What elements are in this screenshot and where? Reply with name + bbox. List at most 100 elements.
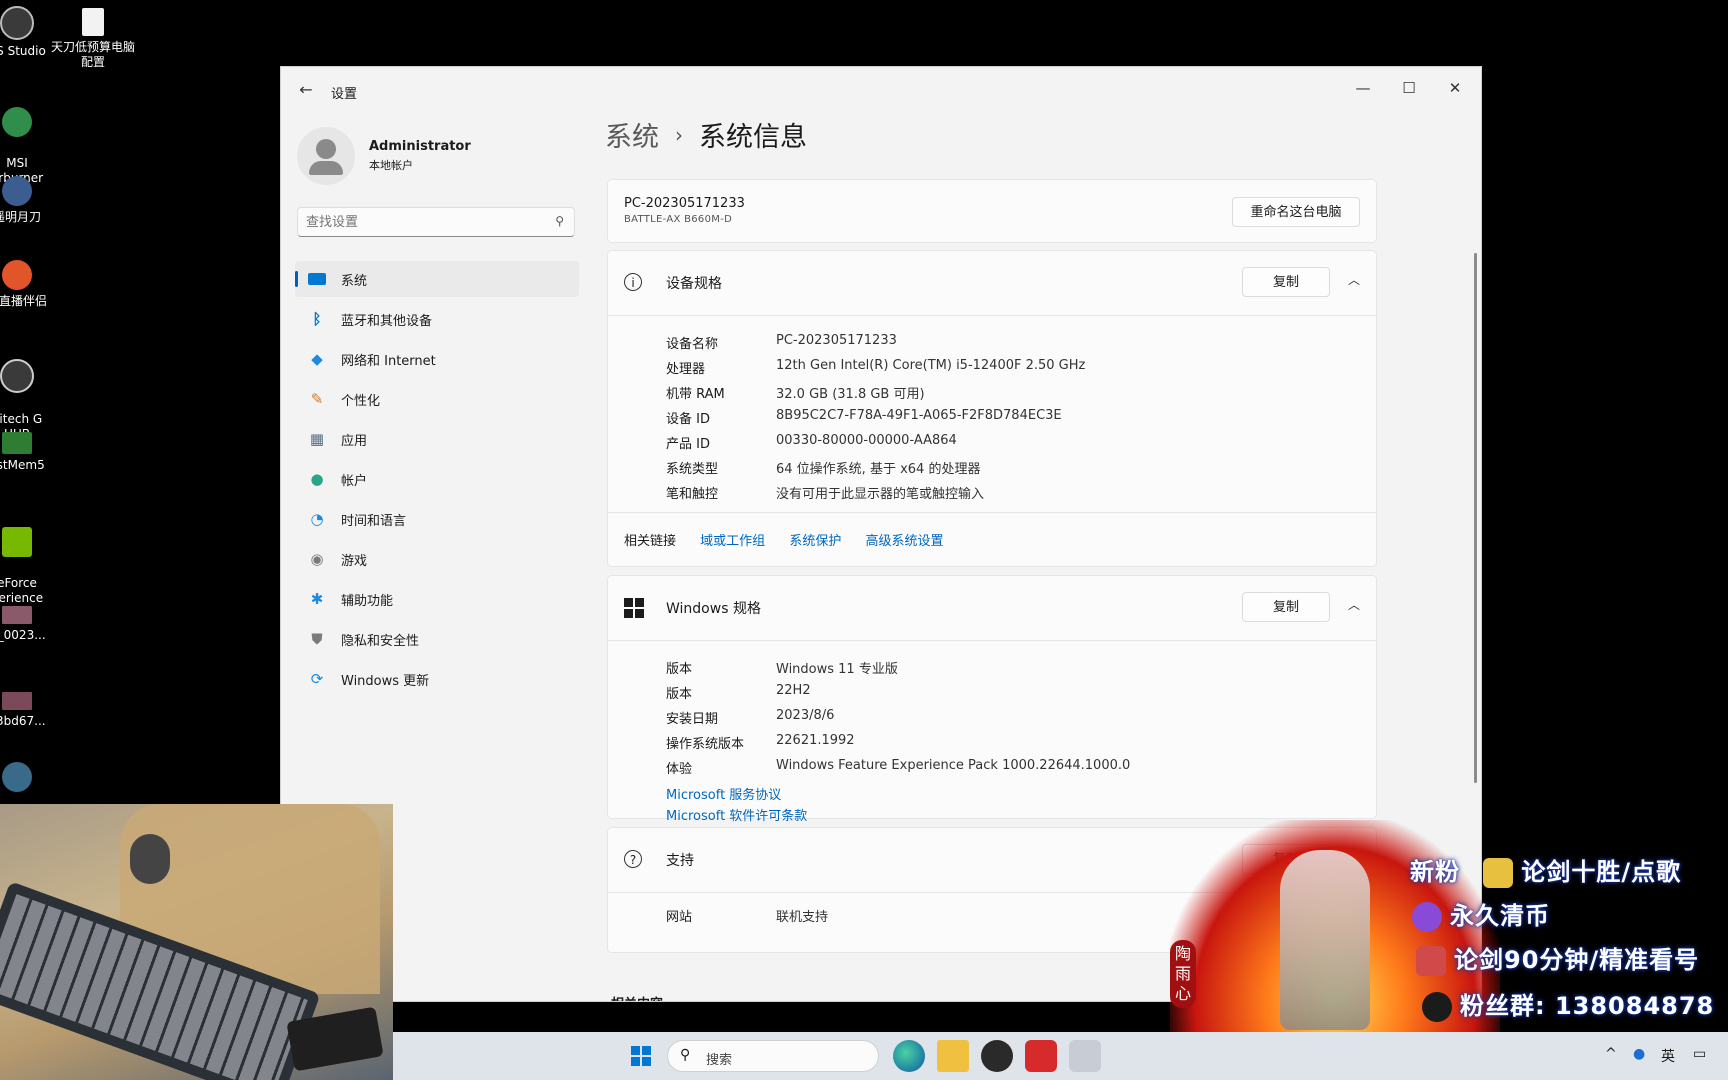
close-button[interactable]: ✕ bbox=[1433, 73, 1477, 103]
back-button[interactable]: ← bbox=[295, 79, 317, 101]
section-title: Windows 规格 bbox=[666, 601, 761, 617]
overlay-text: 论剑十胜/点歌 bbox=[1521, 858, 1682, 886]
desktop-icons: BS Studio 天刀低预算电脑配置 MSI erburner 遥明月刀 鱼直… bbox=[0, 0, 135, 800]
bluetooth-icon: ᛒ bbox=[312, 310, 322, 328]
monitor-icon bbox=[307, 269, 327, 289]
desktop-icon-doc[interactable]: 天刀低预算电脑配置 bbox=[48, 8, 138, 70]
sidebar-item-windows-update[interactable]: ⟳ Windows 更新 bbox=[295, 661, 579, 697]
search-box[interactable]: ⚲ bbox=[297, 207, 575, 237]
spec-key: 系统类型 bbox=[666, 462, 719, 477]
breadcrumb-parent[interactable]: 系统 bbox=[605, 115, 659, 154]
chevron-up-icon[interactable]: ︿ bbox=[1348, 596, 1360, 613]
qq-penguin-icon bbox=[1422, 992, 1452, 1022]
desktop-icon-live[interactable]: 鱼直播伴侣 bbox=[0, 260, 62, 309]
desktop-icon-label: 63bd67... bbox=[0, 714, 46, 728]
sidebar-item-bluetooth[interactable]: ᛒ 蓝牙和其他设备 bbox=[295, 301, 579, 337]
desktop-icon-app[interactable] bbox=[0, 762, 62, 796]
taskbar: ⚲ 搜索 ^ ● 英 ▭ bbox=[393, 1032, 1728, 1080]
spec-key: 网站 bbox=[666, 910, 693, 925]
rename-pc-button[interactable]: 重命名这台电脑 bbox=[1232, 197, 1360, 227]
wifi-icon: ◆ bbox=[311, 350, 323, 368]
netease-music-icon[interactable] bbox=[1025, 1040, 1057, 1072]
sidebar-item-label: 辅助功能 bbox=[341, 593, 394, 609]
avatar bbox=[297, 127, 355, 185]
image-thumbnail-icon bbox=[2, 692, 32, 710]
divider bbox=[608, 315, 1376, 316]
file-explorer-icon[interactable] bbox=[937, 1040, 969, 1072]
overlay-text: 粉丝群: 138084878 bbox=[1460, 992, 1715, 1020]
brush-icon: ✎ bbox=[310, 390, 324, 408]
chevron-up-icon[interactable]: ︿ bbox=[1348, 271, 1360, 288]
link-system-protection[interactable]: 系统保护 bbox=[789, 534, 841, 549]
windows-logo-icon bbox=[624, 598, 644, 618]
link-domain-workgroup[interactable]: 域或工作组 bbox=[700, 534, 765, 549]
related-content-heading: 相关内容 bbox=[611, 993, 663, 1001]
link-online-support[interactable]: 联机支持 bbox=[776, 906, 828, 925]
sidebar-item-accessibility[interactable]: ✱ 辅助功能 bbox=[295, 581, 579, 617]
desktop-icon-image1[interactable]: G_0023... bbox=[0, 606, 62, 643]
sidebar-item-network[interactable]: ◆ 网络和 Internet bbox=[295, 341, 579, 377]
search-icon: ⚲ bbox=[555, 214, 564, 228]
device-specs-header[interactable]: i 设备规格 复制 ︿ bbox=[608, 251, 1376, 315]
spec-value: 没有可用于此显示器的笔或触控输入 bbox=[776, 487, 985, 502]
microphone-icon[interactable]: ● bbox=[1633, 1046, 1645, 1062]
desktop-icon-game[interactable]: 遥明月刀 bbox=[0, 176, 62, 225]
tray-chevron-icon[interactable]: ^ bbox=[1605, 1046, 1617, 1062]
desktop-icon-image2[interactable]: 63bd67... bbox=[0, 692, 62, 729]
account-icon: ● bbox=[310, 470, 324, 488]
obs-icon[interactable] bbox=[981, 1040, 1013, 1072]
minimize-button[interactable]: — bbox=[1341, 73, 1385, 103]
sidebar-item-label: 游戏 bbox=[341, 553, 368, 569]
sidebar-item-label: 帐户 bbox=[341, 473, 368, 489]
copy-button[interactable]: 复制 bbox=[1242, 592, 1330, 622]
windows-specs-card: Windows 规格 复制 ︿ 版本 Windows 11 专业版 版本 22H… bbox=[607, 575, 1377, 824]
sidebar-item-gaming[interactable]: ◉ 游戏 bbox=[295, 541, 579, 577]
settings-gear-icon[interactable] bbox=[1069, 1040, 1101, 1072]
copy-button[interactable]: 复制 bbox=[1242, 267, 1330, 297]
windows-specs-header[interactable]: Windows 规格 复制 ︿ bbox=[608, 576, 1376, 640]
sidebar-item-personalization[interactable]: ✎ 个性化 bbox=[295, 381, 579, 417]
ime-language[interactable]: 英 bbox=[1661, 1046, 1675, 1066]
app-title: 设置 bbox=[331, 87, 358, 102]
link-advanced-system-settings[interactable]: 高级系统设置 bbox=[865, 534, 943, 549]
sidebar-item-system[interactable]: 系统 bbox=[295, 261, 579, 297]
pc-model: BATTLE-AX B660M-D bbox=[624, 214, 733, 225]
spec-value: PC-202305171233 bbox=[776, 333, 897, 348]
sidebar-item-privacy[interactable]: ⛊ 隐私和安全性 bbox=[295, 621, 579, 657]
user-name: Administrator bbox=[369, 139, 471, 154]
related-links: 相关链接 域或工作组 系统保护 高级系统设置 bbox=[624, 530, 943, 549]
display-icon[interactable]: ▭ bbox=[1693, 1046, 1706, 1062]
update-icon: ⟳ bbox=[310, 670, 324, 688]
link-ms-service-agreement[interactable]: Microsoft 服务协议 bbox=[666, 784, 781, 803]
desktop-icon-testmem[interactable]: estMem5 bbox=[0, 432, 62, 473]
spec-value: Windows 11 专业版 bbox=[776, 662, 898, 677]
link-ms-license-terms[interactable]: Microsoft 软件许可条款 bbox=[666, 805, 807, 824]
search-icon: ⚲ bbox=[680, 1047, 691, 1063]
scrollbar[interactable] bbox=[1474, 253, 1477, 783]
start-button[interactable] bbox=[625, 1040, 657, 1072]
user-profile[interactable]: Administrator 本地帐户 bbox=[297, 127, 537, 187]
search-input[interactable] bbox=[298, 208, 536, 236]
divider bbox=[608, 640, 1376, 641]
edge-icon[interactable] bbox=[893, 1040, 925, 1072]
overlay-line: 永久清币 bbox=[1412, 896, 1550, 932]
globe-clock-icon: ◔ bbox=[310, 510, 324, 528]
title-bar: ← 设置 — ☐ ✕ bbox=[281, 67, 1481, 113]
sidebar-item-accounts[interactable]: ● 帐户 bbox=[295, 461, 579, 497]
overlay-line: 新粉 论剑十胜/点歌 bbox=[1410, 852, 1681, 888]
taskbar-search[interactable]: ⚲ 搜索 bbox=[667, 1040, 879, 1072]
spec-value: 8B95C2C7-F78A-49F1-A065-F2F8D784EC3E bbox=[776, 408, 1062, 423]
spec-value: 22H2 bbox=[776, 683, 811, 698]
sidebar-item-apps[interactable]: ▦ 应用 bbox=[295, 421, 579, 457]
nvidia-icon bbox=[2, 527, 32, 557]
spec-key: 机带 RAM bbox=[666, 387, 725, 402]
spec-value: 2023/8/6 bbox=[776, 708, 835, 723]
user-account-type: 本地帐户 bbox=[369, 159, 413, 172]
breadcrumb: 系统 › 系统信息 bbox=[605, 115, 807, 154]
sidebar-item-time-language[interactable]: ◔ 时间和语言 bbox=[295, 501, 579, 537]
avatar-head bbox=[316, 139, 336, 159]
desktop-icon-label: 天刀低预算电脑配置 bbox=[50, 40, 135, 69]
sidebar-item-label: 网络和 Internet bbox=[341, 353, 436, 369]
desktop-icon-geforce[interactable]: eForce perience bbox=[0, 512, 62, 621]
maximize-button[interactable]: ☐ bbox=[1387, 73, 1431, 103]
